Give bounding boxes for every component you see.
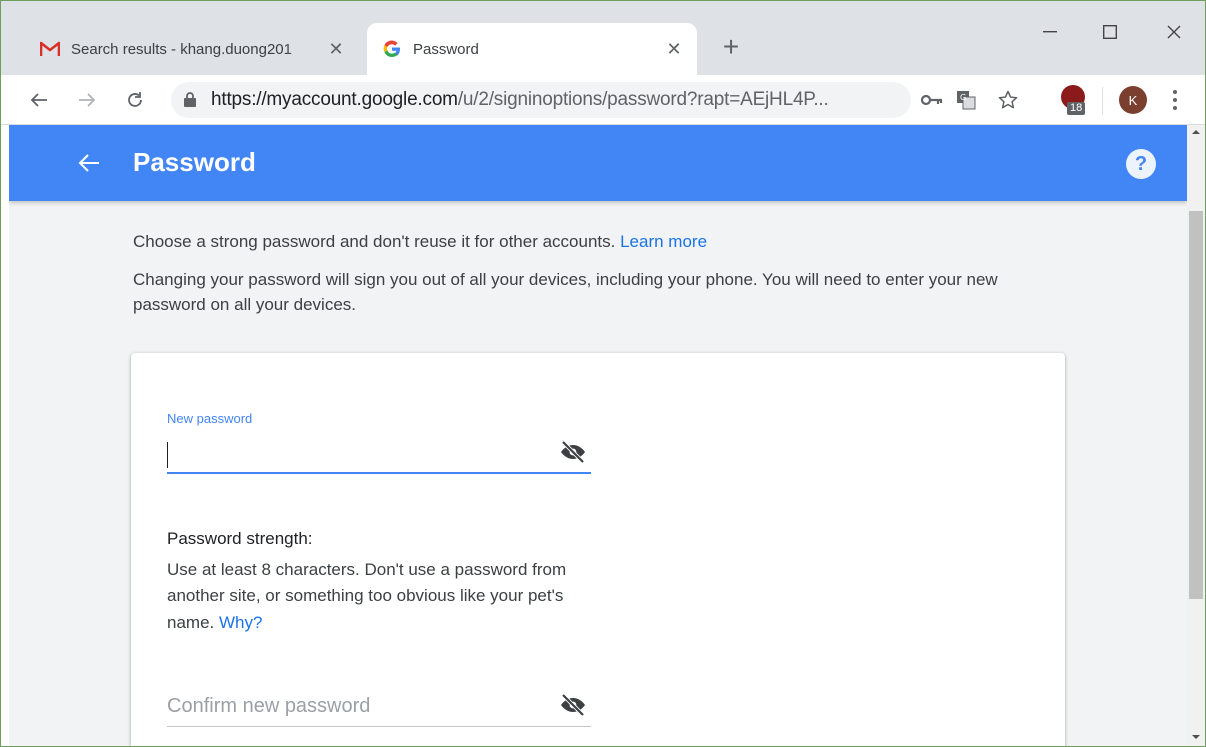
gmail-icon	[39, 38, 61, 60]
why-link[interactable]: Why?	[219, 613, 262, 632]
profile-avatar[interactable]: K	[1119, 86, 1147, 114]
strength-title: Password strength:	[167, 529, 313, 548]
toolbar-divider	[1102, 87, 1103, 115]
back-arrow-icon[interactable]	[71, 145, 107, 181]
page-header: Password ?	[9, 125, 1187, 201]
help-icon[interactable]: ?	[1126, 149, 1156, 179]
new-password-label: New password	[167, 411, 253, 426]
close-window-icon[interactable]	[1151, 15, 1197, 49]
new-password-input[interactable]	[167, 434, 591, 474]
tab-title: Search results - khang.duong201	[71, 40, 292, 58]
tab-title: Password	[413, 40, 479, 58]
extension-badge-count: 18	[1067, 102, 1086, 115]
menu-dots-icon[interactable]	[1165, 86, 1185, 114]
browser-window: Search results - khang.duong201 ✕ Passwo…	[0, 0, 1206, 747]
back-arrow-icon[interactable]	[23, 84, 55, 116]
url-path: /u/2/signinoptions/password?rapt=AEjHL4P…	[457, 89, 829, 110]
page-scrollbar[interactable]	[1187, 125, 1205, 746]
visibility-off-icon[interactable]	[559, 693, 587, 717]
confirm-password-row	[167, 687, 591, 727]
page-content: Password ? Choose a strong password and …	[9, 125, 1187, 746]
visibility-off-icon[interactable]	[559, 440, 587, 464]
reload-icon[interactable]	[119, 84, 151, 116]
close-tab-icon[interactable]: ✕	[661, 36, 687, 62]
intro-sentence: Choose a strong password and don't reuse…	[133, 232, 621, 251]
learn-more-link[interactable]: Learn more	[620, 232, 707, 251]
minimize-icon[interactable]	[1027, 15, 1073, 49]
confirm-password-input[interactable]	[167, 695, 527, 718]
password-strength-section: Password strength: Use at least 8 charac…	[167, 529, 607, 636]
address-bar[interactable]: https://myaccount.google.com/u/2/signino…	[171, 82, 911, 118]
text-caret	[167, 442, 168, 468]
lock-icon	[183, 91, 201, 109]
tab-password[interactable]: Password ✕	[367, 23, 697, 75]
page-title: Password	[133, 147, 256, 177]
tab-strip: Search results - khang.duong201 ✕ Passwo…	[1, 1, 1205, 75]
intro-text: Choose a strong password and don't reuse…	[133, 229, 1073, 318]
intro-line-2: Changing your password will sign you out…	[133, 269, 998, 315]
url-text: https://myaccount.google.com/u/2/signino…	[211, 89, 829, 111]
intro-line-1: Choose a strong password and don't reuse…	[133, 229, 1073, 255]
new-password-field: New password	[167, 411, 591, 474]
browser-toolbar: https://myaccount.google.com/u/2/signino…	[1, 75, 1205, 125]
key-icon[interactable]	[919, 87, 945, 113]
scroll-down-arrow-icon[interactable]	[1191, 732, 1201, 742]
close-tab-icon[interactable]: ✕	[323, 36, 349, 62]
svg-text:G: G	[960, 93, 966, 102]
url-host: https://myaccount.google.com	[211, 89, 458, 110]
maximize-icon[interactable]	[1087, 15, 1133, 49]
forward-arrow-icon[interactable]	[71, 84, 103, 116]
translate-icon[interactable]: G	[953, 87, 979, 113]
new-tab-button[interactable]: +	[715, 31, 747, 63]
google-icon	[381, 38, 403, 60]
strength-help-text: Use at least 8 characters. Don't use a p…	[167, 557, 607, 636]
scroll-up-arrow-icon[interactable]	[1191, 127, 1201, 137]
password-form-card: New password Password strength: Use at l…	[131, 353, 1065, 746]
bookmark-star-icon[interactable]	[995, 87, 1021, 113]
scrollbar-thumb[interactable]	[1189, 211, 1203, 599]
tab-gmail-search[interactable]: Search results - khang.duong201 ✕	[25, 23, 359, 75]
confirm-password-field	[167, 687, 591, 727]
